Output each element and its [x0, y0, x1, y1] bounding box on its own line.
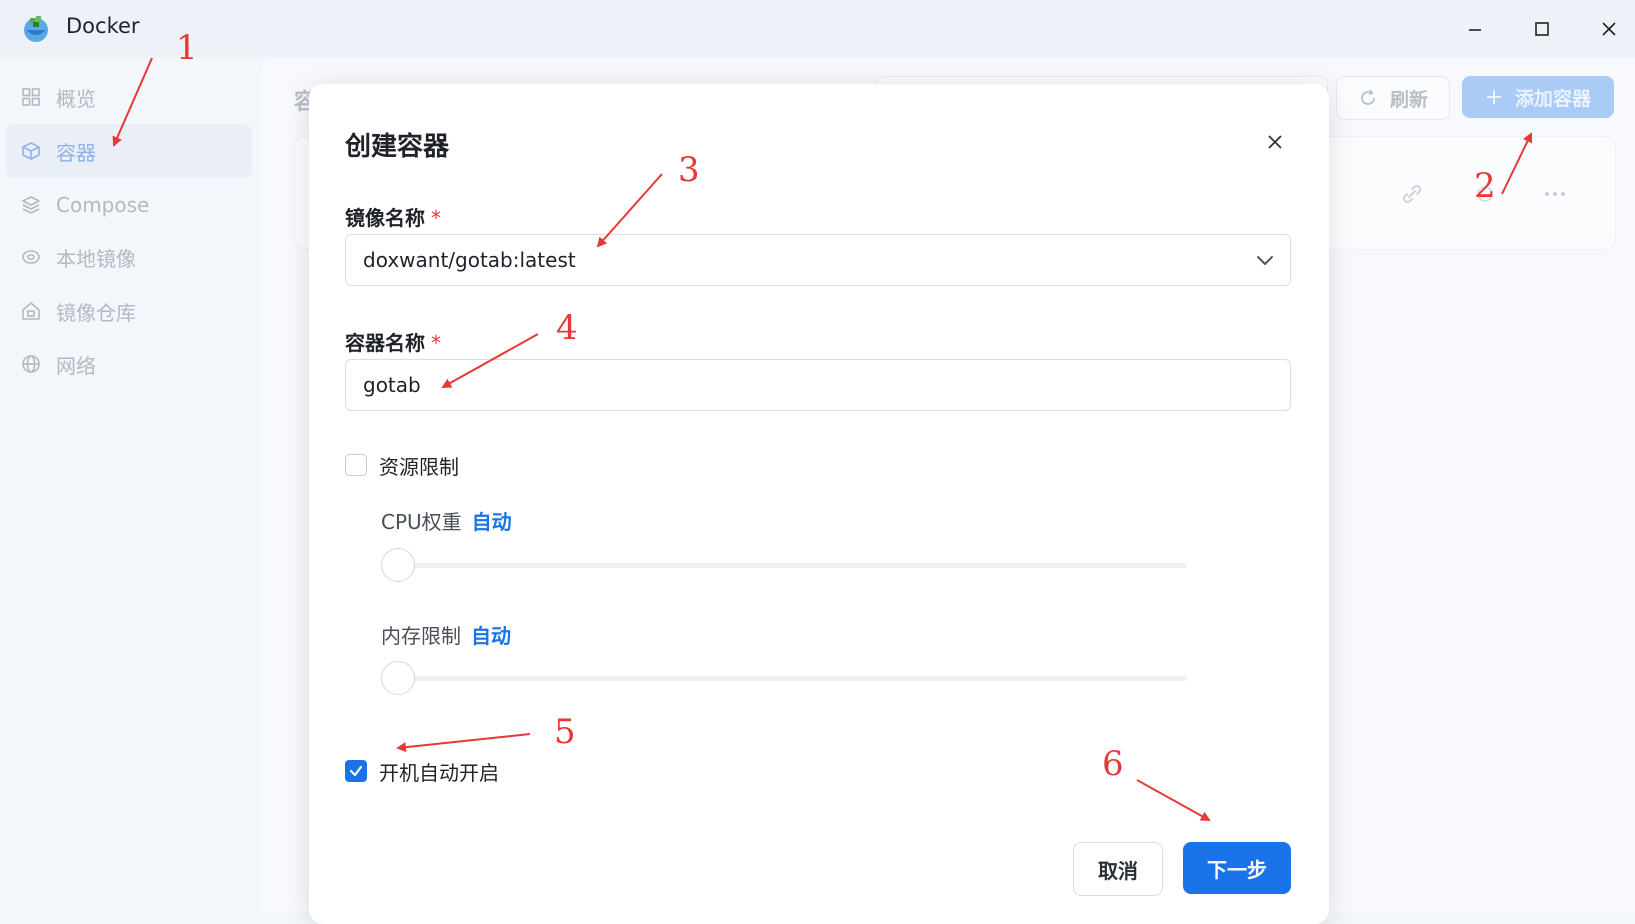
- annotation-number-4: 4: [556, 308, 578, 348]
- dialog-title: 创建容器: [345, 132, 450, 162]
- annotation-number-6: 6: [1102, 744, 1124, 784]
- grid-icon: [20, 86, 42, 108]
- add-container-button[interactable]: 添加容器: [1462, 76, 1614, 118]
- refresh-label: 刷新: [1389, 88, 1428, 111]
- cube-icon: [20, 140, 42, 162]
- checkmark-icon: [349, 765, 363, 777]
- memory-auto-value[interactable]: 自动: [471, 624, 511, 648]
- dialog-close-button[interactable]: [1261, 128, 1289, 156]
- app-title: Docker: [66, 14, 140, 38]
- cpu-weight-slider[interactable]: [381, 563, 1187, 568]
- sidebar-item-label: Compose: [56, 193, 150, 217]
- required-mark: *: [431, 206, 441, 230]
- cancel-button[interactable]: 取消: [1073, 842, 1163, 896]
- sidebar-item-containers[interactable]: 容器: [6, 124, 252, 178]
- annotation-number-3: 3: [678, 150, 700, 190]
- cpu-weight-label: CPU权重 自动: [381, 510, 512, 534]
- sidebar-item-label: 概览: [56, 86, 96, 111]
- annotation-number-5: 5: [554, 712, 576, 752]
- sidebar-item-label: 镜像仓库: [56, 300, 136, 325]
- memory-limit-slider[interactable]: [381, 676, 1187, 681]
- autostart-label: 开机自动开启: [379, 761, 499, 785]
- sidebar-item-label: 网络: [56, 353, 96, 378]
- link-icon[interactable]: [1400, 182, 1424, 206]
- sidebar-item-local-images[interactable]: 本地镜像: [6, 230, 252, 284]
- image-name-value: doxwant/gotab:latest: [363, 248, 576, 272]
- add-container-label: 添加容器: [1514, 87, 1591, 110]
- close-icon: [1268, 135, 1282, 149]
- docker-whale-icon: [24, 16, 48, 42]
- annotation-number-2: 2: [1474, 166, 1496, 206]
- container-name-label: 容器名称 *: [345, 331, 441, 355]
- required-mark: *: [431, 331, 441, 355]
- refresh-icon: [1361, 89, 1375, 105]
- maximize-button[interactable]: [1527, 14, 1557, 44]
- memory-slider-thumb[interactable]: [381, 661, 415, 695]
- title-bar: Docker: [0, 0, 1635, 58]
- next-step-button[interactable]: 下一步: [1183, 842, 1291, 894]
- sidebar-item-network[interactable]: 网络: [6, 337, 252, 391]
- cpu-slider-thumb[interactable]: [381, 548, 415, 582]
- sidebar-item-overview[interactable]: 概览: [6, 70, 252, 124]
- container-name-value: gotab: [363, 373, 421, 397]
- resource-limit-label: 资源限制: [379, 455, 459, 479]
- more-icon[interactable]: [1543, 188, 1567, 200]
- home-icon: [20, 300, 42, 322]
- image-name-label: 镜像名称 *: [345, 206, 441, 230]
- minimize-button[interactable]: [1460, 14, 1490, 44]
- sidebar-item-compose[interactable]: Compose: [6, 178, 252, 232]
- cpu-auto-value[interactable]: 自动: [472, 510, 512, 534]
- chevron-down-icon: [1257, 256, 1273, 265]
- autostart-checkbox[interactable]: [345, 760, 367, 782]
- globe-icon: [20, 353, 42, 375]
- close-window-button[interactable]: [1594, 14, 1624, 44]
- container-name-input[interactable]: gotab: [345, 359, 1291, 411]
- image-name-select[interactable]: doxwant/gotab:latest: [345, 234, 1291, 286]
- plus-icon: [1486, 90, 1501, 104]
- sidebar-item-label: 本地镜像: [56, 246, 136, 271]
- layers-icon: [20, 194, 42, 216]
- sidebar-item-label: 容器: [56, 140, 96, 165]
- annotation-number-1: 1: [176, 28, 198, 68]
- close-icon: [1602, 22, 1616, 36]
- refresh-button[interactable]: 刷新: [1336, 76, 1450, 120]
- sidebar-item-registry[interactable]: 镜像仓库: [6, 284, 252, 338]
- disk-icon: [20, 246, 42, 268]
- memory-limit-label: 内存限制 自动: [381, 624, 511, 648]
- sidebar: 概览 容器 Compose 本地镜像 镜像仓库 网络: [0, 58, 262, 912]
- minimize-icon: [1469, 29, 1481, 31]
- create-container-dialog: 创建容器 镜像名称 * doxwant/gotab:latest 容器名称 * go…: [309, 84, 1329, 924]
- maximize-icon: [1535, 22, 1549, 36]
- resource-limit-checkbox[interactable]: [345, 454, 367, 476]
